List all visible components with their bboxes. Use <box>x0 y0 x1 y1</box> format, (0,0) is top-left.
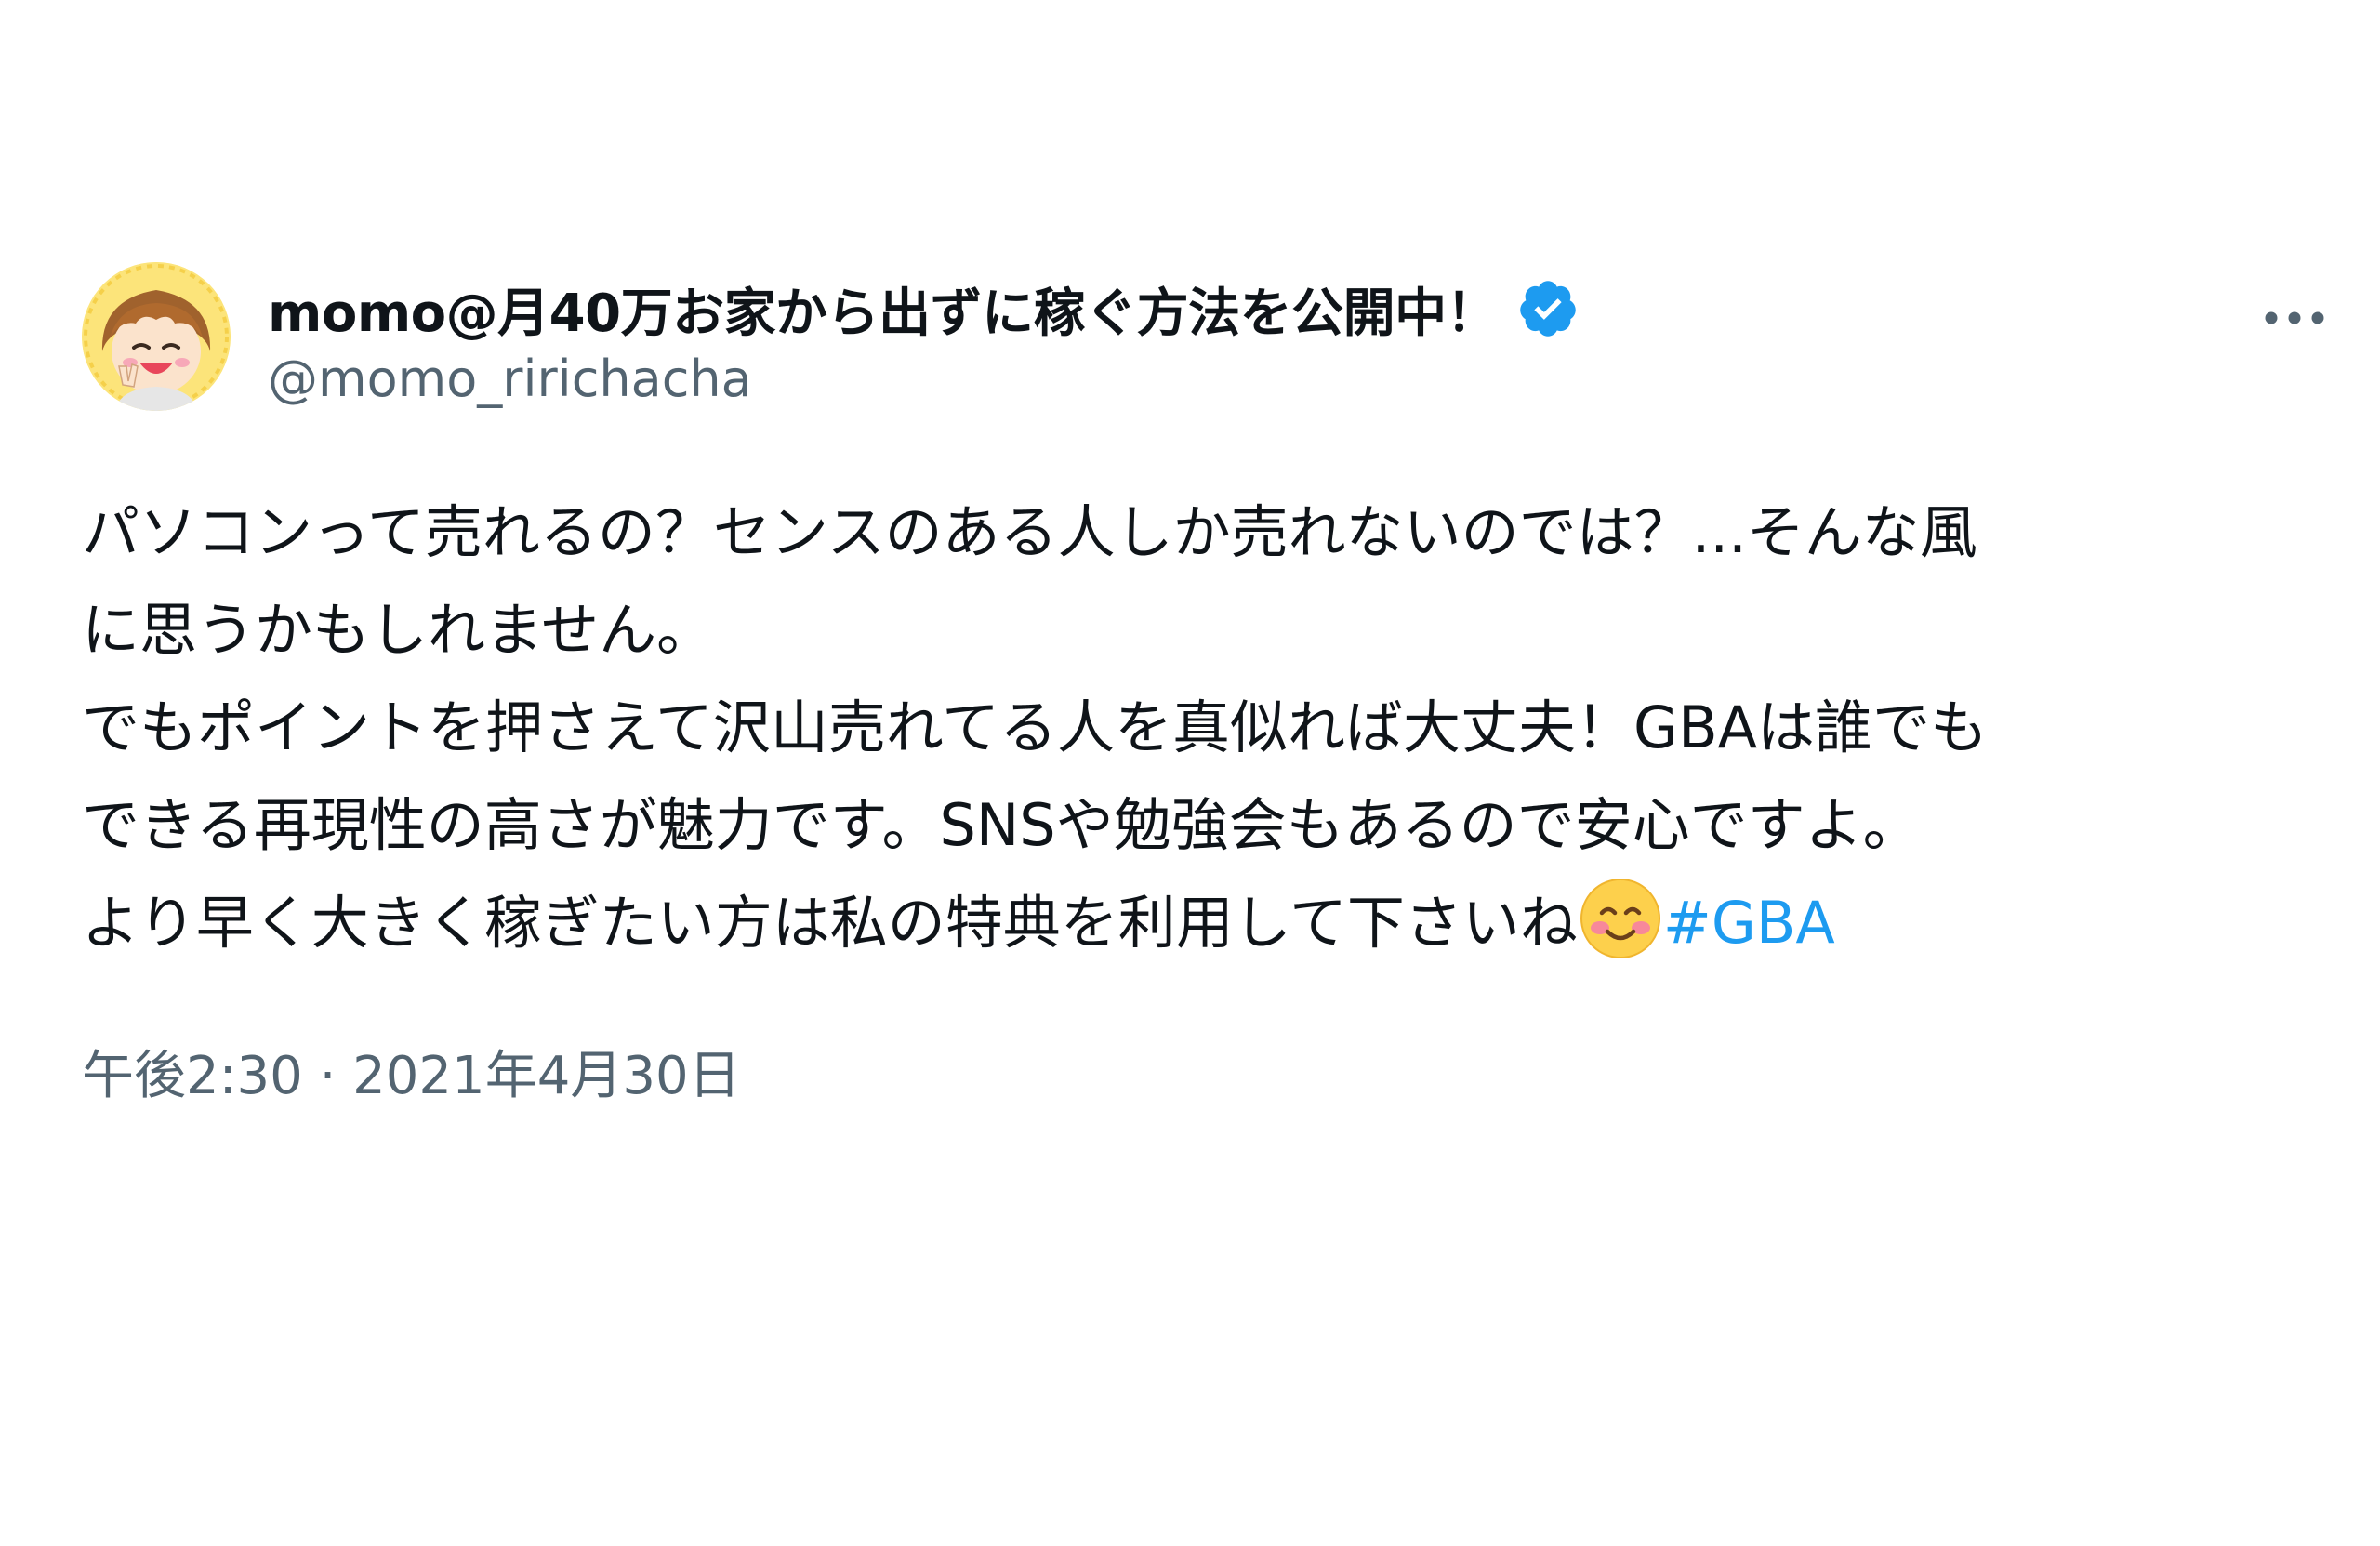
tweet-header: momo@月40万お家から出ずに稼ぐ方法を公開中！ @momo_ririchac… <box>82 262 2332 411</box>
handle[interactable]: @momo_ririchacha <box>268 350 1580 408</box>
smiling-face-emoji-icon <box>1578 876 1663 961</box>
tweet-text: パソコンって売れるの？センスのある人しか売れないのでは？...そんな風 に思うか… <box>82 483 2341 971</box>
tweet-line: に思うかもしれません。 <box>82 596 715 664</box>
more-options-icon <box>2265 311 2324 324</box>
tweet: momo@月40万お家から出ずに稼ぐ方法を公開中！ @momo_ririchac… <box>82 262 2332 1106</box>
tweet-line-last: より早く大きく稼ぎたい方は私の特典を利用して下さいね #GBA <box>82 874 2341 971</box>
avatar-illustration <box>82 262 231 411</box>
tweet-date[interactable]: 2021年4月30日 <box>352 1046 740 1106</box>
display-name[interactable]: momo@月40万お家から出ずに稼ぐ方法を公開中！ <box>268 271 1499 347</box>
hashtag-link[interactable]: #GBA <box>1663 889 1835 957</box>
verified-badge-icon <box>1516 277 1580 340</box>
author-block: momo@月40万お家から出ずに稼ぐ方法を公開中！ @momo_ririchac… <box>268 270 1580 408</box>
tweet-time[interactable]: 午後2:30 <box>82 1046 303 1106</box>
more-options-button[interactable] <box>2257 281 2332 355</box>
tweet-line-text: より早く大きく稼ぎたい方は私の特典を利用して下さいね <box>82 889 1578 957</box>
timestamp-separator: · <box>302 1046 353 1106</box>
tweet-line: パソコンって売れるの？センスのある人しか売れないのでは？...そんな風 <box>82 498 1977 566</box>
avatar[interactable] <box>82 262 231 411</box>
tweet-line: でもポイントを押さえて沢山売れてる人を真似れば大丈夫！GBAは誰でも <box>82 694 1989 761</box>
timestamp-row: 午後2:30 · 2021年4月30日 <box>82 1034 741 1109</box>
tweet-line: できる再現性の高さが魅力です。SNSや勉強会もあるので安心ですよ。 <box>82 791 1921 859</box>
display-name-row: momo@月40万お家から出ずに稼ぐ方法を公開中！ <box>268 270 1580 348</box>
